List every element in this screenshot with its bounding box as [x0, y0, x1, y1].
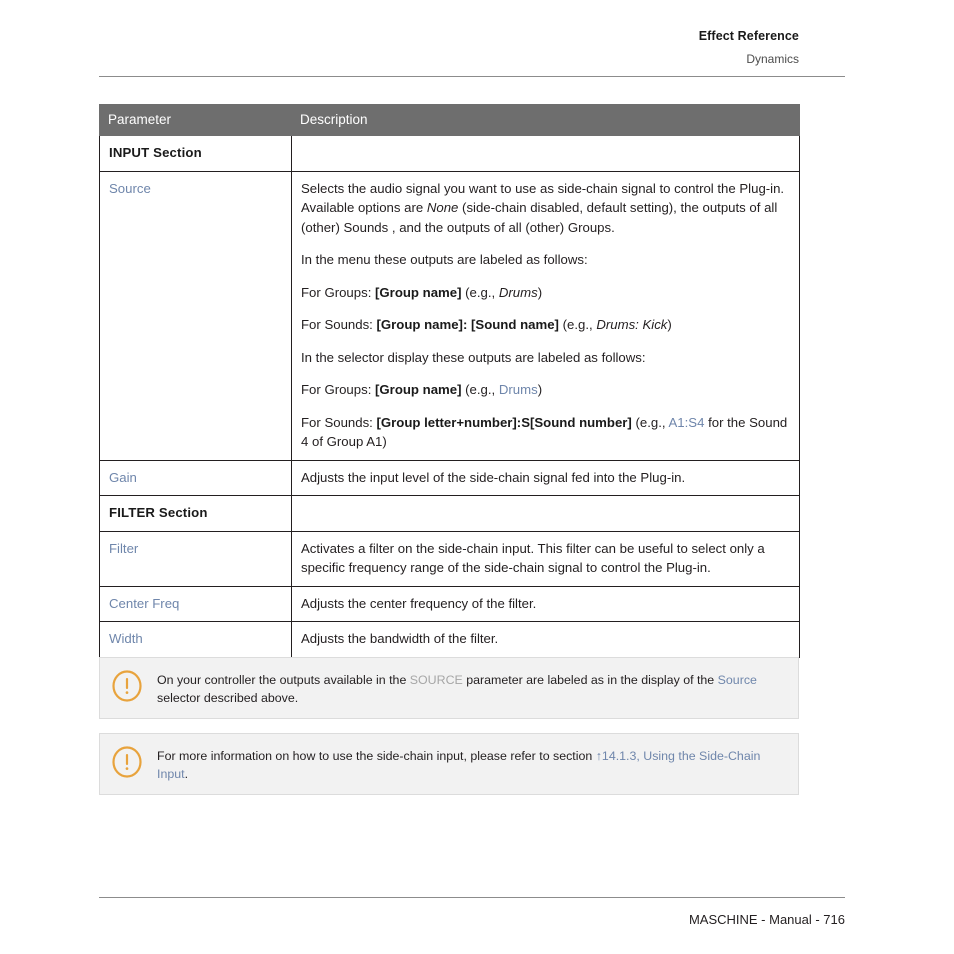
section-label-filter: FILTER Section — [99, 495, 292, 532]
source-p7-text-b: (e.g., — [631, 414, 669, 430]
parameter-name-gain[interactable]: Gain — [99, 459, 292, 496]
footer-divider — [99, 897, 845, 898]
source-paragraph-7: For Sounds: [Group letter+number]:S[Soun… — [301, 413, 790, 452]
running-header: Effect Reference Dynamics — [99, 28, 799, 67]
table-row: INPUT Section — [99, 135, 800, 172]
source-paragraph-4: For Sounds: [Group name]: [Sound name] (… — [301, 315, 790, 335]
document-page: Effect Reference Dynamics Parameter Desc… — [0, 0, 954, 954]
source-paragraph-1: Selects the audio signal you want to use… — [301, 179, 790, 238]
column-header-parameter: Parameter — [99, 104, 292, 136]
source-p3-text-a: For Groups: — [301, 284, 376, 300]
source-p3-italic-example: Drums — [498, 284, 538, 300]
source-p6-bold-placeholder: [Group name] — [375, 382, 462, 397]
source-p7-display-example: A1:S4 — [668, 414, 705, 430]
note2-text-c: . — [184, 767, 189, 781]
note1-source-link[interactable]: Source — [718, 673, 757, 687]
exclamation-circle-icon — [111, 670, 143, 702]
source-p4-text-a: For Sounds: — [301, 317, 377, 332]
parameter-description-center-freq: Adjusts the center frequency of the filt… — [291, 585, 800, 622]
note1-text-c: selector described above. — [157, 691, 299, 705]
note-text: For more information on how to use the s… — [157, 745, 785, 783]
note-callout: On your controller the outputs available… — [99, 657, 799, 719]
source-p6-text-b: (e.g., — [461, 382, 499, 397]
source-p6-text-c: ) — [537, 382, 543, 397]
source-p4-bold-placeholder: [Group name]: [Sound name] — [376, 317, 559, 332]
table-row: Center Freq Adjusts the center frequency… — [99, 585, 800, 622]
header-divider — [99, 76, 845, 77]
source-p3-bold-placeholder: [Group name] — [375, 284, 462, 300]
note1-text-b: parameter are labeled as in the display … — [462, 673, 718, 687]
source-p7-text-a: For Sounds: — [301, 414, 377, 430]
column-header-description: Description — [291, 104, 800, 136]
parameter-description-filter: Activates a filter on the side-chain inp… — [291, 530, 800, 587]
source-p3-text-b: (e.g., — [461, 284, 499, 300]
source-p6-display-example: Drums — [498, 382, 538, 397]
source-p3-text-c: ) — [537, 284, 543, 300]
source-p6-text-a: For Groups: — [301, 382, 376, 397]
note1-source-param-label: SOURCE — [409, 673, 463, 687]
running-header-title: Effect Reference — [698, 29, 799, 43]
note-text: On your controller the outputs available… — [157, 669, 785, 707]
source-paragraph-2: In the menu these outputs are labeled as… — [301, 252, 588, 267]
parameter-name-source[interactable]: Source — [99, 170, 292, 461]
parameter-description-source: Selects the audio signal you want to use… — [291, 170, 800, 461]
table-row: Filter Activates a filter on the side-ch… — [99, 530, 800, 587]
parameter-name-filter[interactable]: Filter — [99, 530, 292, 587]
source-paragraph-3: For Groups: [Group name] (e.g., Drums) — [301, 283, 790, 303]
section-description-filter — [291, 495, 800, 532]
source-p4-text-c: ) — [667, 317, 672, 332]
section-description-input — [291, 135, 800, 172]
parameter-description-width: Adjusts the bandwidth of the filter. — [291, 621, 800, 658]
note2-text-a: For more information on how to use the s… — [157, 749, 596, 763]
table-row: Gain Adjusts the input level of the side… — [99, 459, 800, 496]
source-p4-text-b: (e.g., — [558, 317, 597, 332]
source-paragraph-6: For Groups: [Group name] (e.g., Drums) — [301, 380, 790, 400]
note1-text-a: On your controller the outputs available… — [157, 673, 410, 687]
parameter-name-center-freq[interactable]: Center Freq — [99, 585, 292, 622]
footer-text: MASCHINE - Manual - 716 — [688, 912, 845, 927]
exclamation-circle-icon — [111, 746, 143, 778]
parameter-name-width[interactable]: Width — [99, 621, 292, 658]
running-header-subtitle: Dynamics — [746, 52, 799, 66]
source-p4-italic-example: Drums: Kick — [596, 317, 668, 332]
note-callout: For more information on how to use the s… — [99, 733, 799, 795]
parameter-table: Parameter Description INPUT Section Sour… — [99, 104, 800, 658]
section-label-input: INPUT Section — [99, 135, 292, 172]
table-row: FILTER Section — [99, 495, 800, 532]
table-header-row: Parameter Description — [99, 104, 800, 136]
table-row: Width Adjusts the bandwidth of the filte… — [99, 621, 800, 658]
table-row: Source Selects the audio signal you want… — [99, 170, 800, 461]
source-paragraph-5: In the selector display these outputs ar… — [301, 349, 646, 365]
source-p7-bold-placeholder: [Group letter+number]:S[Sound number] — [376, 414, 632, 430]
source-p1-italic-none: None — [426, 200, 459, 215]
parameter-description-gain: Adjusts the input level of the side-chai… — [291, 459, 800, 496]
